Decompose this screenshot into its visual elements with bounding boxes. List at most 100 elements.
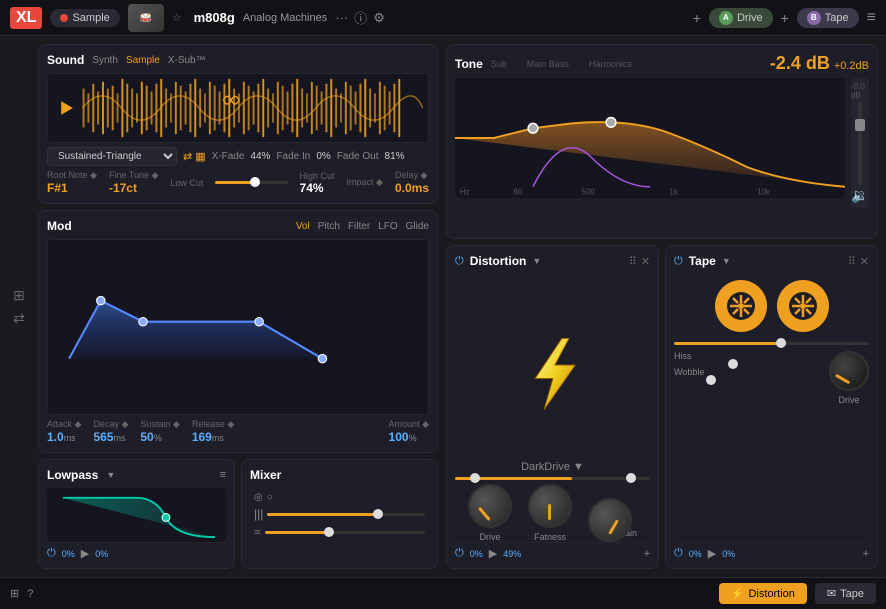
distortion-grid-icon[interactable]: ⠿ [629,255,637,268]
vol-icon: 🔉 [851,187,868,204]
dots-icon[interactable]: ··· [335,10,348,25]
mixer-slider-2[interactable] [265,531,425,534]
reel-left [715,280,767,332]
lowpass-title: Lowpass [47,468,98,482]
settings-icon[interactable]: ⚙ [373,10,385,26]
mod-header: Mod Vol Pitch Filter LFO Glide [47,219,429,233]
mixer-slider-1[interactable] [267,513,425,516]
tone-curve-svg: Hz 60 500 1k 10k [455,78,845,198]
tape-reels [674,280,869,332]
wobble-control: Wobble [674,367,821,379]
distortion-chevron[interactable]: ▼ [532,256,541,266]
tape-close-icon[interactable]: ✕ [860,255,869,268]
tape-tab-icon: ✉ [827,587,836,600]
distortion-close-icon[interactable]: ✕ [641,255,650,268]
tape-title: Tape [689,254,716,268]
grid-icon[interactable]: ⊞ [13,287,25,304]
tape-drive-label: Drive [838,395,859,405]
chain-b[interactable]: B Tape [797,8,859,28]
nav-icons: ··· ⓘ ⚙ [335,8,385,27]
tape-top-slider[interactable] [674,342,869,345]
lowpass-chevron[interactable]: ▼ [106,470,115,480]
amount-value: 100 [389,430,409,444]
sample-button[interactable]: Sample [50,9,119,27]
mod-tab-lfo[interactable]: LFO [378,221,397,232]
bb-grid-icon[interactable]: ⊞ [10,587,19,600]
tape-grid-icon[interactable]: ⠿ [848,255,856,268]
add-chain-a-btn[interactable]: + [693,10,701,26]
mod-tab-vol[interactable]: Vol [296,221,310,232]
dist-plus-icon[interactable]: + [644,548,650,560]
mixer-icon[interactable]: ⇄ [13,310,25,327]
sample-tab[interactable]: Sample [126,55,160,66]
tape-power-icon[interactable]: ⏻ [674,255,683,268]
tape-top-slider-row [674,342,869,345]
chain-a[interactable]: A Drive [709,8,773,28]
grid-ctrl-icon[interactable]: ▦ [195,150,205,163]
high-cut-label: High Cut [300,171,335,181]
sustain-param: Sustain ◆ 50% [140,419,179,444]
tape-play-icon[interactable]: ▶ [708,547,716,560]
tape-val1: 0% [689,549,702,559]
menu-icon[interactable]: ≡ [867,9,876,27]
vol-top-label: -0.0 dB [851,82,869,100]
bottom-row: Lowpass ▼ ≡ [38,459,438,569]
tape-tab[interactable]: ✉ Tape [815,583,876,604]
tape-controls: Hiss Wobble [674,351,869,405]
mod-tab-glide[interactable]: Glide [406,221,429,232]
dist-arrow-icon[interactable]: ▶ [489,547,497,560]
attack-param: Attack ◆ 1.0ms [47,419,81,444]
dist-top-slider-row [455,477,650,480]
synth-tab[interactable]: Synth [92,55,118,66]
fine-tune-label: Fine Tune ◆ [109,170,158,181]
mod-tab-pitch[interactable]: Pitch [318,221,340,232]
amount-unit: % [409,433,417,443]
mixer-slider-1-fill [267,513,377,516]
release-label: Release ◆ [192,419,234,430]
tape-panel: ⏻ Tape ▼ ⠿ ✕ [665,245,878,569]
fadein-label: Fade In [276,151,310,162]
preset-path: Analog Machines [243,12,327,24]
cut-slider[interactable] [215,181,287,184]
tape-bottom-power[interactable]: ⏻ [674,547,683,560]
lowpass-power-icon[interactable]: ⏻ [47,547,56,560]
info-icon[interactable]: ⓘ [354,8,367,27]
tape-top-thumb [776,338,786,348]
distortion-power-icon[interactable]: ⏻ [455,255,464,268]
delay-value: 0.0ms [395,181,429,195]
distortion-tab[interactable]: ⚡ Distortion [719,583,807,604]
main-area: ⊞ ⇄ Sound Synth Sample X-Sub™ [0,36,886,577]
amount-param: Amount ◆ 100% [389,419,429,444]
drive-knob[interactable] [468,484,512,528]
volume-fader[interactable]: -0.0 dB 🔉 [851,78,869,208]
sound-panel: Sound Synth Sample X-Sub™ [38,44,438,204]
mixer-slider-1-thumb [373,509,383,519]
note-row: Root Note ◆ F#1 Fine Tune ◆ -17ct Low Cu… [47,170,429,195]
add-chain-b-btn[interactable]: + [781,10,789,26]
lowpass-play-icon[interactable]: ▶ [81,547,89,560]
distortion-title: Distortion [470,254,527,268]
center-right-panel: Tone Sub Main Bass Harmonics -2.4 dB +0.… [446,44,878,569]
distortion-tab-label: Distortion [748,588,794,600]
dist-bottom-power[interactable]: ⏻ [455,547,464,560]
sound-title: Sound [47,53,84,67]
xsub-tab[interactable]: X-Sub™ [168,55,206,66]
mixer-title: Mixer [250,468,281,482]
gain-knob[interactable] [588,498,632,542]
lowpass-menu-icon[interactable]: ≡ [220,469,226,481]
mod-tab-filter[interactable]: Filter [348,221,370,232]
bb-question-icon[interactable]: ? [27,588,33,600]
tape-drive-knob[interactable] [829,351,869,391]
dist-top-slider[interactable] [455,477,650,480]
dark-drive-label[interactable]: DarkDrive ▼ [521,461,584,473]
loop-icon[interactable]: ⇄ [183,150,192,163]
tape-tab-label: Tape [840,588,864,600]
tape-plus-icon[interactable]: + [863,548,869,560]
preset-selector[interactable]: Sustained-Triangle [47,147,177,166]
delay-item: Delay ◆ 0.0ms [395,170,429,195]
bottom-bar: ⊞ ? ⚡ Distortion ✉ Tape [0,577,886,609]
hiss-thumb [728,359,738,369]
tape-chevron[interactable]: ▼ [722,256,731,266]
fatness-indicator [548,504,551,520]
fatness-knob[interactable] [528,484,572,528]
